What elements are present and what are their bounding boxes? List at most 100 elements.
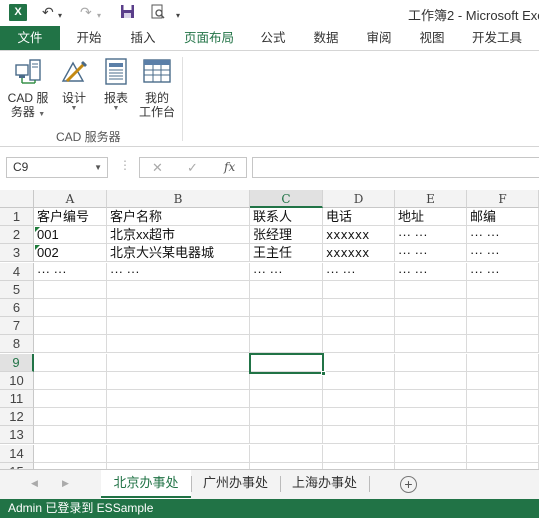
cell-f3[interactable]: ··· ···	[467, 244, 539, 262]
fill-handle[interactable]	[321, 371, 326, 376]
cell-b13[interactable]	[107, 426, 250, 444]
cell-f1[interactable]: 邮编	[467, 208, 539, 226]
column-header-b[interactable]: B	[107, 190, 250, 208]
cell-e2[interactable]: ··· ···	[395, 226, 467, 244]
cell-f10[interactable]	[467, 372, 539, 390]
cell-d6[interactable]	[323, 299, 395, 317]
cell-a11[interactable]	[34, 390, 107, 408]
sheet-tab-beijing[interactable]: 北京办事处	[101, 470, 191, 498]
cell-c2[interactable]: 张经理	[250, 226, 323, 244]
tab-data[interactable]: 数据	[303, 26, 349, 50]
row-header-6[interactable]: 6	[0, 299, 34, 317]
cell-d14[interactable]	[323, 445, 395, 463]
report-button[interactable]: 报表 ▼	[98, 57, 134, 113]
undo-dropdown-icon[interactable]: ▾	[58, 7, 62, 25]
cell-e4[interactable]: ··· ···	[395, 263, 467, 281]
sheet-tab-guangzhou[interactable]: 广州办事处	[192, 470, 279, 498]
cell-c3[interactable]: 王主任	[250, 244, 323, 262]
cell-a13[interactable]	[34, 426, 107, 444]
cell-c1[interactable]: 联系人	[250, 208, 323, 226]
column-header-f[interactable]: F	[467, 190, 539, 208]
cell-e10[interactable]	[395, 372, 467, 390]
tab-formulas[interactable]: 公式	[250, 26, 296, 50]
tab-review[interactable]: 审阅	[356, 26, 402, 50]
cell-e6[interactable]	[395, 299, 467, 317]
cell-b5[interactable]	[107, 281, 250, 299]
cad-server-button[interactable]: CAD 服 务器 ▼	[5, 57, 51, 119]
cell-f5[interactable]	[467, 281, 539, 299]
cell-a1[interactable]: 客户编号	[34, 208, 107, 226]
cell-a4[interactable]: ··· ···	[34, 263, 107, 281]
cell-f4[interactable]: ··· ···	[467, 263, 539, 281]
column-header-d[interactable]: D	[323, 190, 395, 208]
scroll-left-icon[interactable]: ◀	[31, 478, 38, 489]
cell-d2[interactable]: xxxxxx	[323, 226, 395, 244]
column-header-a[interactable]: A	[34, 190, 107, 208]
tab-home[interactable]: 开始	[66, 26, 112, 50]
cell-c12[interactable]	[250, 408, 323, 426]
my-workbench-button[interactable]: 我的 工作台	[136, 57, 178, 119]
formula-input[interactable]	[252, 157, 539, 178]
redo-icon[interactable]: ↷	[80, 3, 92, 21]
tab-view[interactable]: 视图	[409, 26, 455, 50]
cell-a12[interactable]	[34, 408, 107, 426]
cell-b3[interactable]: 北京大兴某电器城	[107, 244, 250, 262]
row-header-2[interactable]: 2	[0, 226, 34, 244]
formula-bar-grip-icon[interactable]: ⋮	[119, 158, 131, 172]
undo-icon[interactable]: ↶	[42, 3, 54, 21]
cell-a3[interactable]: 002	[34, 244, 107, 262]
cell-d9[interactable]	[323, 354, 395, 372]
cell-e11[interactable]	[395, 390, 467, 408]
row-header-4[interactable]: 4	[0, 263, 34, 281]
chevron-down-icon[interactable]: ▼	[94, 158, 102, 177]
cancel-icon[interactable]: ✕	[152, 160, 163, 176]
cell-c6[interactable]	[250, 299, 323, 317]
cell-b2[interactable]: 北京xx超市	[107, 226, 250, 244]
cell-b10[interactable]	[107, 372, 250, 390]
cell-b9[interactable]	[107, 354, 250, 372]
cell-c14[interactable]	[250, 445, 323, 463]
cell-b4[interactable]: ··· ···	[107, 263, 250, 281]
cell-b11[interactable]	[107, 390, 250, 408]
name-box[interactable]: C9 ▼	[6, 157, 108, 178]
cell-c13[interactable]	[250, 426, 323, 444]
cell-e9[interactable]	[395, 354, 467, 372]
row-header-13[interactable]: 13	[0, 426, 34, 444]
cell-b7[interactable]	[107, 317, 250, 335]
row-header-7[interactable]: 7	[0, 317, 34, 335]
row-header-12[interactable]: 12	[0, 408, 34, 426]
cell-f2[interactable]: ··· ···	[467, 226, 539, 244]
cell-f9[interactable]	[467, 354, 539, 372]
cell-d1[interactable]: 电话	[323, 208, 395, 226]
tab-page-layout[interactable]: 页面布局	[178, 26, 240, 50]
cell-a7[interactable]	[34, 317, 107, 335]
cell-f6[interactable]	[467, 299, 539, 317]
cell-e5[interactable]	[395, 281, 467, 299]
redo-dropdown-icon[interactable]: ▾	[97, 7, 101, 25]
cell-d13[interactable]	[323, 426, 395, 444]
enter-icon[interactable]: ✓	[187, 160, 198, 176]
cell-e14[interactable]	[395, 445, 467, 463]
tab-file[interactable]: 文件	[0, 26, 60, 50]
cell-c5[interactable]	[250, 281, 323, 299]
row-header-11[interactable]: 11	[0, 390, 34, 408]
cell-b12[interactable]	[107, 408, 250, 426]
cell-b14[interactable]	[107, 445, 250, 463]
cell-d11[interactable]	[323, 390, 395, 408]
cell-a2[interactable]: 001	[34, 226, 107, 244]
row-header-1[interactable]: 1	[0, 208, 34, 226]
sheet-tab-shanghai[interactable]: 上海办事处	[281, 470, 368, 498]
cell-e7[interactable]	[395, 317, 467, 335]
cell-e1[interactable]: 地址	[395, 208, 467, 226]
cell-a10[interactable]	[34, 372, 107, 390]
cell-c8[interactable]	[250, 335, 323, 353]
cell-d5[interactable]	[323, 281, 395, 299]
print-preview-icon[interactable]	[150, 4, 166, 24]
tab-developer[interactable]: 开发工具	[464, 26, 530, 50]
cell-c4[interactable]: ··· ···	[250, 263, 323, 281]
cell-d7[interactable]	[323, 317, 395, 335]
save-icon[interactable]	[120, 4, 135, 23]
design-button[interactable]: 设计 ▼	[56, 57, 92, 113]
row-header-10[interactable]: 10	[0, 372, 34, 390]
customize-qat-icon[interactable]: ▾	[176, 7, 180, 25]
